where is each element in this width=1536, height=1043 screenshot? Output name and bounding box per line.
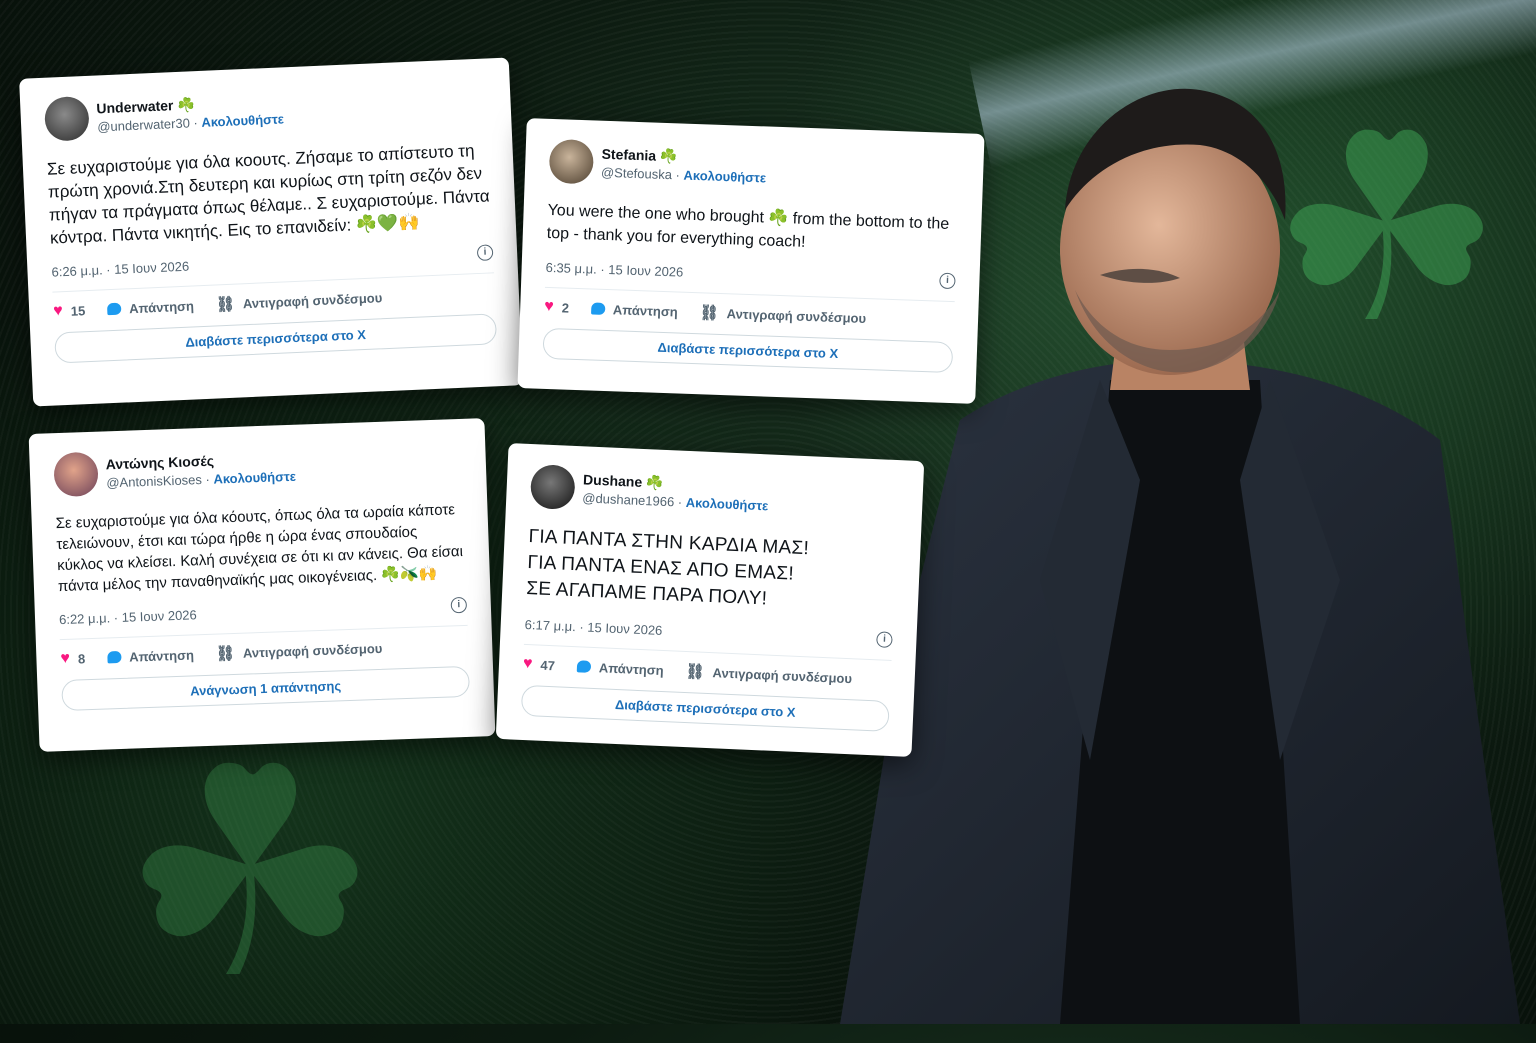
tweet-card: Underwater ☘️ @underwater30 · Ακολουθήστ… (19, 57, 523, 407)
copy-link-button[interactable]: ⛓ Αντιγραφή συνδέσμου (215, 639, 383, 663)
reply-icon (106, 302, 122, 316)
link-icon: ⛓ (215, 295, 236, 314)
tweet-text: Σε ευχαριστούμε για όλα κοουτς. Ζήσαμε τ… (46, 141, 491, 248)
follow-button[interactable]: Ακολουθήστε (201, 111, 284, 130)
follow-button[interactable]: Ακολουθήστε (213, 469, 296, 487)
avatar[interactable] (53, 451, 99, 498)
read-replies-button[interactable]: Ανάγνωση 1 απάντησης (61, 665, 471, 712)
author-handle[interactable]: @Stefouska (601, 165, 672, 182)
like-button[interactable]: ♥ 8 (60, 649, 85, 668)
heart-icon: ♥ (52, 302, 64, 320)
avatar[interactable] (529, 464, 576, 510)
author-handle[interactable]: @underwater30 (97, 115, 190, 134)
reply-button[interactable]: Απάντηση (590, 301, 678, 319)
follow-button[interactable]: Ακολουθήστε (685, 495, 768, 514)
tweet-card: Αντώνης Κιοσές @AntonisKioses · Ακολουθή… (28, 418, 496, 752)
like-button[interactable]: ♥ 47 (523, 655, 556, 674)
info-icon[interactable]: i (450, 596, 468, 614)
reply-icon (106, 650, 122, 664)
info-icon[interactable]: i (476, 244, 494, 262)
shamrock-icon: ☘ (120, 706, 380, 1043)
tweet-timestamp[interactable]: 6:17 μ.μ. · 15 Ιουν 2026 (524, 616, 662, 637)
copy-link-button[interactable]: ⛓ Αντιγραφή συνδέσμου (685, 662, 852, 687)
like-count: 47 (540, 657, 556, 673)
avatar[interactable] (548, 138, 595, 185)
tweet-text: Σε ευχαριστούμε για όλα κόουτς, όπως όλα… (55, 501, 464, 596)
author-handle[interactable]: @dushane1966 (582, 490, 675, 509)
heart-icon: ♥ (543, 297, 555, 316)
author-handle[interactable]: @AntonisKioses (106, 472, 202, 490)
follow-button[interactable]: Ακολουθήστε (683, 168, 766, 186)
reply-icon (590, 302, 606, 315)
info-icon[interactable]: i (876, 631, 893, 648)
copy-link-button[interactable]: ⛓ Αντιγραφή συνδέσμου (215, 288, 383, 314)
tweet-card: Dushane ☘️ @dushane1966 · Ακολουθήστε ΓΙ… (495, 443, 925, 757)
reply-icon (576, 660, 592, 673)
link-icon: ⛓ (685, 663, 706, 681)
tweet-text: You were the one who brought ☘️ from the… (546, 201, 950, 251)
link-icon: ⛓ (215, 644, 236, 663)
tweet-timestamp[interactable]: 6:22 μ.μ. · 15 Ιουν 2026 (59, 607, 197, 627)
link-icon: ⛓ (699, 304, 720, 322)
tweet-timestamp[interactable]: 6:35 μ.μ. · 15 Ιουν 2026 (545, 259, 683, 279)
tweet-card: Stefania ☘️ @Stefouska · Ακολουθήστε You… (517, 118, 985, 404)
like-button[interactable]: ♥ 15 (53, 301, 86, 320)
tweet-timestamp[interactable]: 6:26 μ.μ. · 15 Ιουν 2026 (51, 258, 189, 279)
like-count: 8 (77, 650, 86, 666)
copy-link-button[interactable]: ⛓ Αντιγραφή συνδέσμου (699, 303, 866, 327)
heart-icon: ♥ (522, 654, 533, 673)
read-more-button[interactable]: Διαβάστε περισσότερα στο X (520, 684, 890, 732)
read-more-button[interactable]: Διαβάστε περισσότερα στο X (54, 313, 498, 364)
read-more-button[interactable]: Διαβάστε περισσότερα στο X (542, 327, 954, 374)
like-count: 15 (70, 302, 86, 319)
like-button[interactable]: ♥ 2 (544, 298, 569, 317)
avatar[interactable] (43, 95, 90, 142)
info-icon[interactable]: i (939, 272, 956, 290)
reply-button[interactable]: Απάντηση (576, 659, 664, 678)
heart-icon: ♥ (60, 649, 71, 668)
reply-button[interactable]: Απάντηση (106, 298, 194, 317)
reply-button[interactable]: Απάντηση (106, 647, 194, 665)
tweet-text: ΓΙΑ ΠΑΝΤΑ ΣΤΗΝ ΚΑΡΔΙΑ ΜΑΣ! ΓΙΑ ΠΑΝΤΑ ΕΝΑ… (525, 526, 810, 610)
like-count: 2 (561, 299, 570, 316)
